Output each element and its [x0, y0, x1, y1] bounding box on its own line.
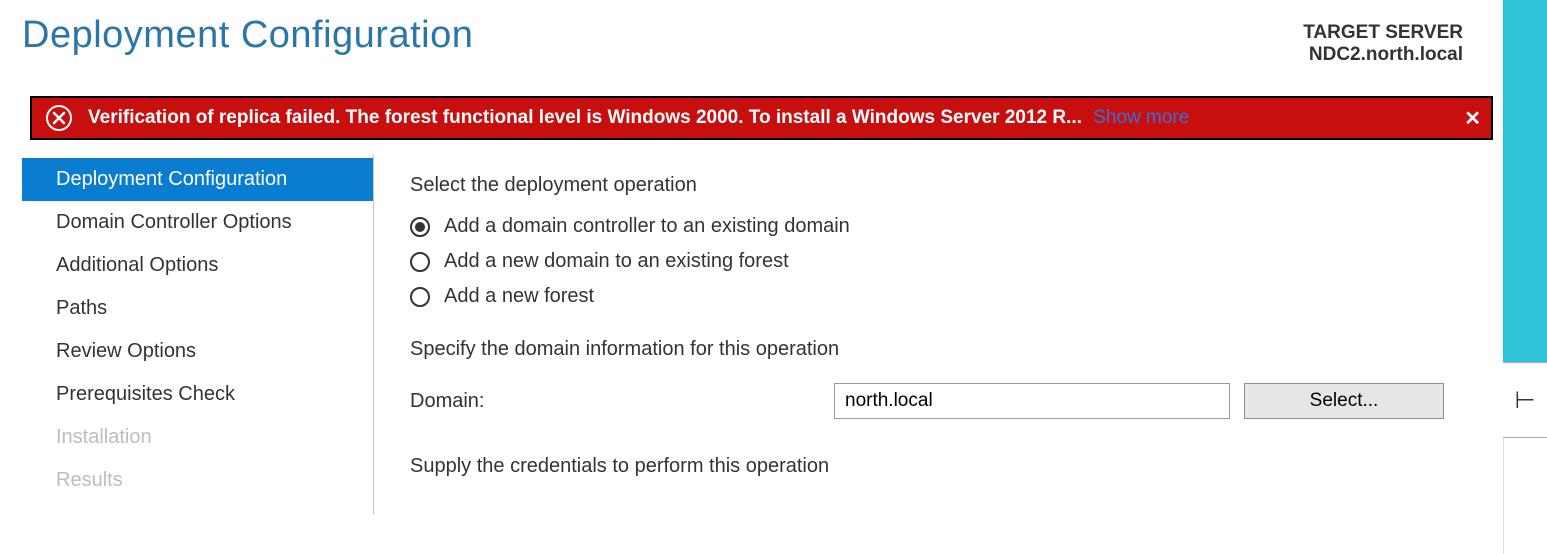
error-message: Verification of replica failed. The fore…: [88, 107, 1444, 129]
radio-icon[interactable]: [410, 252, 430, 272]
sidebar-item-domain-controller-options[interactable]: Domain Controller Options: [22, 201, 373, 244]
error-icon: [46, 105, 72, 131]
sidebar-item-results: Results: [22, 459, 373, 502]
radio-label: Add a new forest: [444, 285, 594, 308]
domain-input[interactable]: [834, 383, 1230, 419]
radio-add-dc-existing-domain[interactable]: Add a domain controller to an existing d…: [410, 215, 1463, 238]
page-title: Deployment Configuration: [22, 14, 473, 57]
radio-add-new-forest[interactable]: Add a new forest: [410, 285, 1463, 308]
error-banner: Verification of replica failed. The fore…: [30, 96, 1493, 140]
domain-field-label: Domain:: [410, 390, 834, 413]
radio-icon[interactable]: [410, 217, 430, 237]
close-icon[interactable]: ✕: [1464, 106, 1481, 131]
sidebar-item-prerequisites-check[interactable]: Prerequisites Check: [22, 373, 373, 416]
radio-add-domain-existing-forest[interactable]: Add a new domain to an existing forest: [410, 250, 1463, 273]
credentials-label: Supply the credentials to perform this o…: [410, 455, 1463, 478]
select-domain-button[interactable]: Select...: [1244, 383, 1444, 419]
right-docked-panel: ⊢: [1503, 0, 1547, 554]
sidebar-item-installation: Installation: [22, 416, 373, 459]
sidebar-item-paths[interactable]: Paths: [22, 287, 373, 330]
right-panel-body: [1503, 438, 1547, 554]
target-server-name: NDC2.north.local: [1303, 44, 1463, 66]
specify-domain-label: Specify the domain information for this …: [410, 338, 1463, 361]
sidebar-item-additional-options[interactable]: Additional Options: [22, 244, 373, 287]
radio-label: Add a domain controller to an existing d…: [444, 215, 850, 238]
target-server-label: TARGET SERVER: [1303, 22, 1463, 44]
radio-label: Add a new domain to an existing forest: [444, 250, 789, 273]
target-server-block: TARGET SERVER NDC2.north.local: [1303, 14, 1463, 66]
right-panel-accent: [1503, 0, 1547, 362]
content-panel: Select the deployment operation Add a do…: [374, 154, 1503, 514]
radio-icon[interactable]: [410, 287, 430, 307]
sidebar-item-deployment-configuration[interactable]: Deployment Configuration: [22, 158, 373, 201]
wizard-sidebar: Deployment Configuration Domain Controll…: [22, 154, 374, 514]
right-panel-handle[interactable]: ⊢: [1503, 362, 1547, 438]
show-more-link[interactable]: Show more: [1093, 107, 1189, 128]
select-operation-label: Select the deployment operation: [410, 174, 1463, 197]
sidebar-item-review-options[interactable]: Review Options: [22, 330, 373, 373]
